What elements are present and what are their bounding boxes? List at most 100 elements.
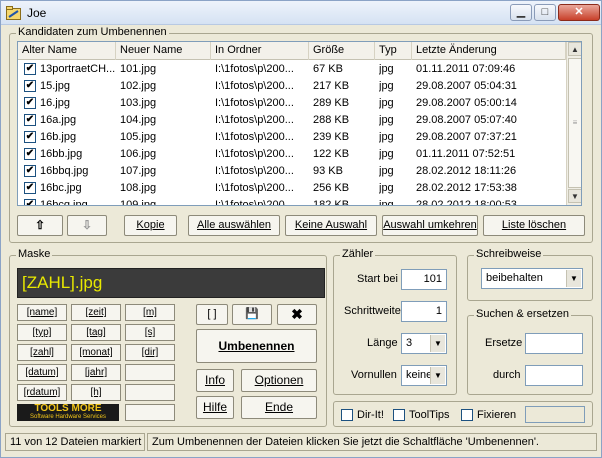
invert-selection-button[interactable]: Auswahl umkehren <box>382 215 478 236</box>
tag-empty-button[interactable] <box>125 404 175 421</box>
move-down-button[interactable]: ⇩ <box>67 215 107 236</box>
cell-size: 289 KB <box>313 97 350 109</box>
table-row[interactable]: ✔ 15.jpg 102.jpg I:\1fotos\p\200... 217 … <box>18 78 566 95</box>
info-button[interactable]: Info <box>196 369 234 392</box>
dirit-checkbox[interactable] <box>341 409 353 421</box>
table-row[interactable]: ✔ 16bc.jpg 108.jpg I:\1fotos\p\200... 25… <box>18 180 566 197</box>
options-button[interactable]: Optionen <box>241 369 317 392</box>
column-header-folder[interactable]: In Ordner <box>211 42 309 60</box>
start-input[interactable]: 101 <box>401 269 447 290</box>
column-header-new-name[interactable]: Neuer Name <box>116 42 211 60</box>
tag-name-button[interactable]: [name] <box>17 304 67 321</box>
column-header-modified[interactable]: Letzte Änderung <box>412 42 566 60</box>
tag-hour-button[interactable]: [h] <box>71 384 121 401</box>
help-button[interactable]: Hilfe <box>196 396 234 419</box>
tag-empty-button[interactable] <box>125 364 175 381</box>
bracket-button[interactable]: [ ] <box>196 304 228 325</box>
close-button[interactable]: ✕ <box>558 4 600 21</box>
tooltips-checkbox[interactable] <box>393 409 405 421</box>
main-window: Joe ▁ □ ✕ Kandidaten zum Umbenennen Alte… <box>0 0 602 458</box>
table-row[interactable]: ✔ 16bbq.jpg 107.jpg I:\1fotos\p\200... 9… <box>18 163 566 180</box>
maximize-button[interactable]: □ <box>534 4 556 21</box>
cell-new-name: 102.jpg <box>120 80 157 92</box>
table-row[interactable]: ✔ 16a.jpg 104.jpg I:\1fotos\p\200... 288… <box>18 112 566 129</box>
column-header-type[interactable]: Typ <box>375 42 412 60</box>
row-checkbox[interactable]: ✔ <box>24 165 36 177</box>
copy-button[interactable]: Kopie <box>124 215 177 236</box>
row-checkbox[interactable]: ✔ <box>24 131 36 143</box>
column-header-old-name[interactable]: Alter Name <box>18 42 116 60</box>
length-label: Länge <box>367 337 398 349</box>
tools-more-logo[interactable]: TOOLS MORE Software Hardware Services <box>17 404 119 421</box>
cell-old-name: 15.jpg <box>40 80 70 92</box>
tag-date-button[interactable]: [datum] <box>17 364 67 381</box>
chevron-down-icon[interactable]: ▼ <box>430 335 445 352</box>
fixed-label: Fixieren <box>477 409 517 421</box>
tag-second-button[interactable]: [s] <box>125 324 175 341</box>
with-input[interactable] <box>525 365 583 386</box>
delete-icon[interactable]: ✖ <box>277 304 317 325</box>
fixed-input[interactable] <box>525 406 585 423</box>
cell-modified: 28.02.2012 18:11:26 <box>416 165 517 177</box>
tag-number-button[interactable]: [zahl] <box>17 344 67 361</box>
replace-input[interactable] <box>525 333 583 354</box>
table-row[interactable]: ✔ 16bcq.jpg 109.jpg I:\1fotos\p\200... 1… <box>18 197 566 206</box>
cell-type: jpg <box>379 182 394 194</box>
quit-button[interactable]: Ende <box>241 396 317 419</box>
candidates-group-label: Kandidaten zum Umbenennen <box>16 26 169 38</box>
tag-month-button[interactable]: [monat] <box>71 344 121 361</box>
cell-old-name: 16bb.jpg <box>40 148 83 160</box>
clear-list-button[interactable]: Liste löschen <box>483 215 585 236</box>
row-checkbox[interactable]: ✔ <box>24 114 36 126</box>
minimize-button[interactable]: ▁ <box>510 4 532 21</box>
list-scrollbar[interactable]: ▲ ≡ ▼ <box>566 42 581 205</box>
cell-folder: I:\1fotos\p\200... <box>215 148 294 160</box>
tag-year-button[interactable]: [jahr] <box>71 364 121 381</box>
cell-new-name: 101.jpg <box>120 63 157 75</box>
rename-button[interactable]: Umbenennen <box>196 329 317 363</box>
title-bar[interactable]: Joe ▁ □ ✕ <box>1 1 601 25</box>
save-icon[interactable]: 💾 <box>232 304 272 325</box>
fixed-checkbox[interactable] <box>461 409 473 421</box>
tag-type-button[interactable]: [typ] <box>17 324 67 341</box>
row-checkbox[interactable]: ✔ <box>24 199 36 205</box>
move-up-button[interactable]: ⇧ <box>17 215 63 236</box>
case-select[interactable]: beibehalten ▼ <box>481 268 583 289</box>
chevron-down-icon[interactable]: ▼ <box>566 270 581 287</box>
tag-time-button[interactable]: [zeit] <box>71 304 121 321</box>
select-all-button[interactable]: Alle auswählen <box>188 215 280 236</box>
row-checkbox[interactable]: ✔ <box>24 182 36 194</box>
status-message: Zum Umbenennen der Dateien klicken Sie j… <box>147 433 597 451</box>
cell-type: jpg <box>379 199 394 206</box>
with-label: durch <box>493 369 521 381</box>
zeros-value: keine <box>406 369 433 381</box>
row-checkbox[interactable]: ✔ <box>24 80 36 92</box>
step-input[interactable]: 1 <box>401 301 447 322</box>
row-checkbox[interactable]: ✔ <box>24 63 36 75</box>
tag-rdate-button[interactable]: [rdatum] <box>17 384 67 401</box>
row-checkbox[interactable]: ✔ <box>24 148 36 160</box>
table-row[interactable]: ✔ 16bb.jpg 106.jpg I:\1fotos\p\200... 12… <box>18 146 566 163</box>
scroll-down-icon[interactable]: ▼ <box>568 189 581 203</box>
cell-folder: I:\1fotos\p\200... <box>215 199 294 206</box>
tag-empty-button[interactable] <box>125 384 175 401</box>
tag-minute-button[interactable]: [m] <box>125 304 175 321</box>
table-row[interactable]: ✔ 13portraetCH... 101.jpg I:\1fotos\p\20… <box>18 61 566 78</box>
cell-size: 67 KB <box>313 63 343 75</box>
cell-old-name: 13portraetCH... <box>40 63 116 75</box>
chevron-down-icon[interactable]: ▼ <box>430 367 445 384</box>
mask-input[interactable]: [ZAHL].jpg <box>17 268 325 298</box>
column-header-size[interactable]: Größe <box>309 42 375 60</box>
tag-dir-button[interactable]: [dir] <box>125 344 175 361</box>
scroll-thumb[interactable]: ≡ <box>568 58 581 188</box>
file-list[interactable]: Alter Name Neuer Name In Ordner Größe Ty… <box>17 41 582 206</box>
zeros-select[interactable]: keine ▼ <box>401 365 447 386</box>
table-row[interactable]: ✔ 16b.jpg 105.jpg I:\1fotos\p\200... 239… <box>18 129 566 146</box>
row-checkbox[interactable]: ✔ <box>24 97 36 109</box>
scroll-up-icon[interactable]: ▲ <box>568 42 581 56</box>
select-none-button[interactable]: Keine Auswahl <box>285 215 377 236</box>
length-select[interactable]: 3 ▼ <box>401 333 447 354</box>
cell-old-name: 16bbq.jpg <box>40 165 89 177</box>
table-row[interactable]: ✔ 16.jpg 103.jpg I:\1fotos\p\200... 289 … <box>18 95 566 112</box>
tag-day-button[interactable]: [tag] <box>71 324 121 341</box>
